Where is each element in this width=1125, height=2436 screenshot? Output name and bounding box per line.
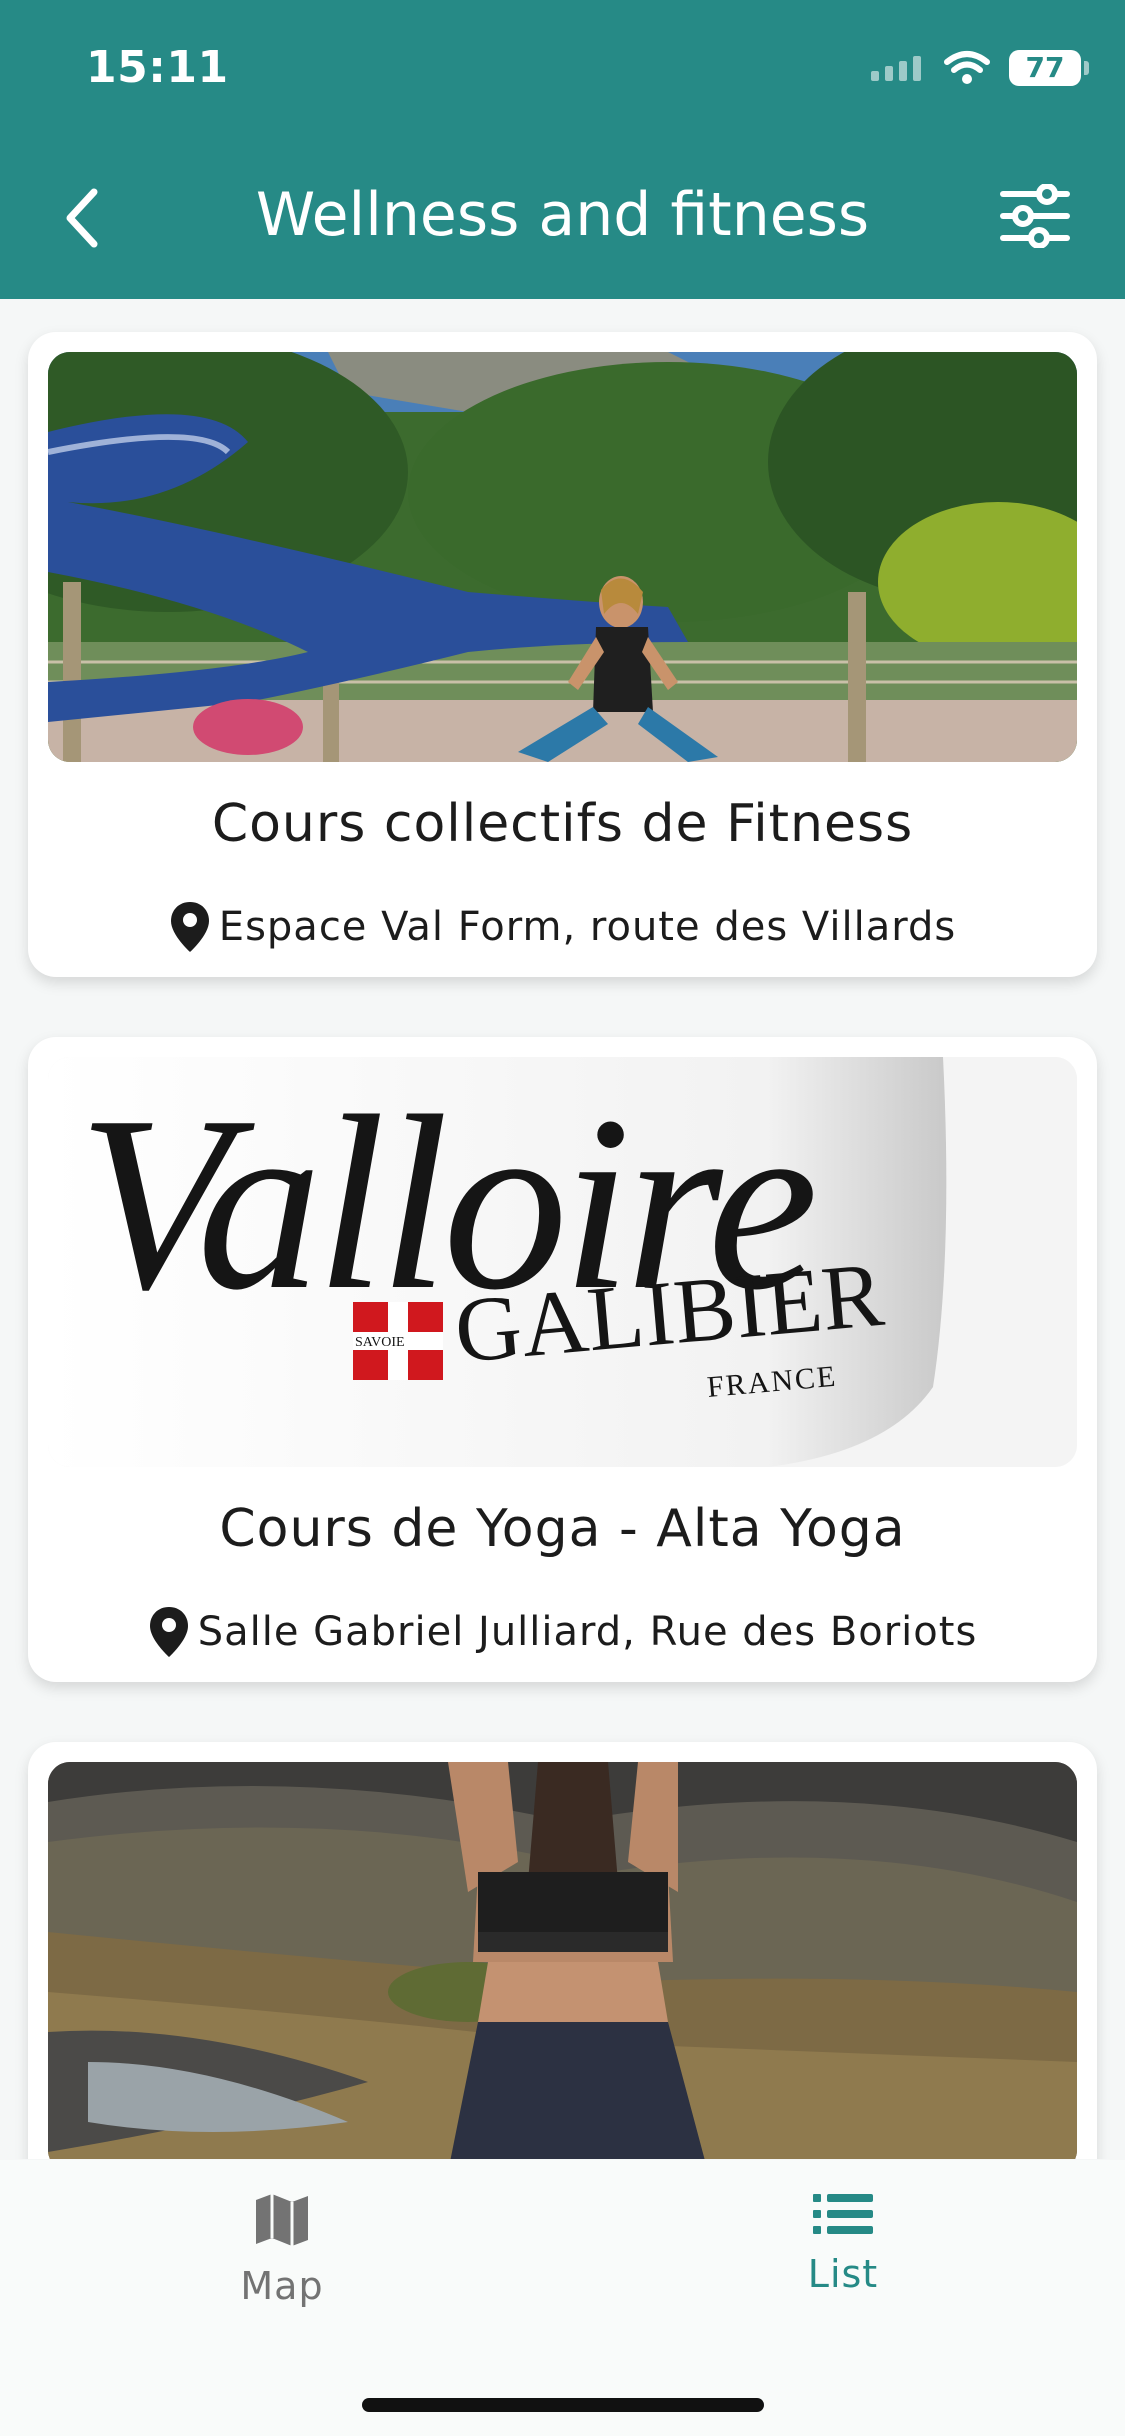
svg-text:SAVOIE: SAVOIE [355, 1335, 405, 1350]
yoga-photo [48, 1762, 1077, 2159]
filter-button[interactable] [995, 180, 1075, 252]
battery-indicator: 77 [1009, 50, 1089, 86]
savoie-flag: SAVOIE [353, 1302, 443, 1380]
activity-title: Cours collectifs de Fitness [211, 794, 914, 854]
activity-photo [48, 352, 1077, 762]
valloire-galibier-logo: Valloire SAVOIE GALIBIER FRANCE [48, 1057, 1077, 1467]
activity-list[interactable]: Cours collectifs de Fitness Espace Val F… [0, 299, 1125, 2159]
location-text: Salle Gabriel Julliard, Rue des Boriots [197, 1609, 978, 1655]
activity-photo [48, 1762, 1077, 2159]
wifi-icon [944, 51, 990, 84]
activity-logo-image: Valloire SAVOIE GALIBIER FRANCE [48, 1057, 1077, 1467]
location-pin-icon [170, 902, 209, 952]
activity-card[interactable]: Cours collectifs de Fitness Espace Val F… [28, 332, 1097, 977]
tab-list[interactable]: List [713, 2190, 973, 2296]
list-icon [813, 2194, 873, 2234]
activity-card[interactable]: Valloire SAVOIE GALIBIER FRANCE Cours de… [28, 1037, 1097, 1682]
tab-label-list: List [807, 2252, 879, 2296]
tab-map[interactable]: Map [152, 2190, 412, 2308]
fitness-photo [48, 352, 1077, 762]
status-time: 15:11 [86, 42, 229, 93]
activity-title: Cours de Yoga - Alta Yoga [219, 1499, 906, 1559]
activity-card[interactable] [28, 1742, 1097, 2159]
tab-label-map: Map [240, 2264, 324, 2308]
back-button[interactable] [52, 178, 112, 258]
sliders-icon [1000, 184, 1070, 248]
app-header: 15:11 77 Wellness and fitness [0, 0, 1125, 299]
page-title: Wellness and fitness [255, 180, 870, 250]
chevron-left-icon [66, 188, 98, 248]
home-indicator [362, 2398, 764, 2412]
cellular-signal-icon [871, 56, 921, 81]
status-icons: 77 [869, 50, 1089, 86]
activity-location: Espace Val Form, route des Villards [28, 900, 1097, 954]
bottom-tab-bar: Map List [0, 2160, 1125, 2436]
map-icon [256, 2194, 308, 2246]
location-text: Espace Val Form, route des Villards [218, 904, 957, 950]
location-pin-icon [149, 1607, 188, 1657]
activity-location: Salle Gabriel Julliard, Rue des Boriots [28, 1605, 1097, 1659]
